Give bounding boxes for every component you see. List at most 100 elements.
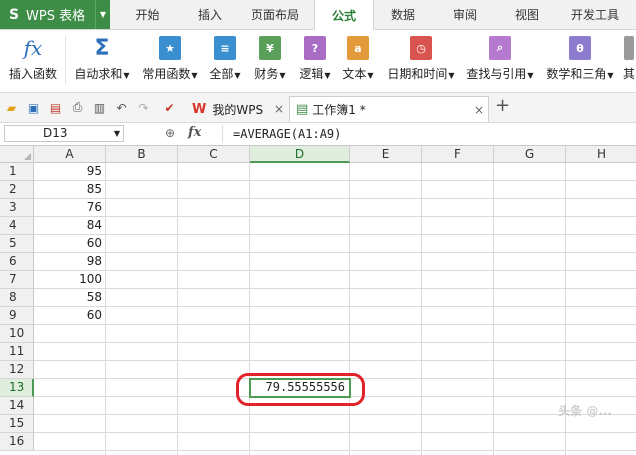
- row-header[interactable]: 8: [0, 289, 34, 307]
- common-functions-button[interactable]: ★ 常用函数▼: [139, 30, 201, 92]
- column-header-d[interactable]: D: [250, 146, 350, 163]
- cell-a8[interactable]: 58: [34, 289, 106, 307]
- print-preview-icon[interactable]: ▥: [92, 100, 107, 115]
- row-header[interactable]: 9: [0, 307, 34, 325]
- grid-line: [34, 324, 636, 325]
- row-header[interactable]: 5: [0, 235, 34, 253]
- doc-tab-workbook1[interactable]: ▤ 工作簿1 * ×: [289, 96, 489, 122]
- tab-view[interactable]: 视图: [496, 0, 558, 29]
- grid-line: [34, 288, 636, 289]
- tab-review[interactable]: 审阅: [434, 0, 496, 29]
- financial-functions-button[interactable]: ¥ 财务▼: [250, 30, 290, 92]
- row-header[interactable]: 11: [0, 343, 34, 361]
- finance-book-icon: ¥: [259, 36, 281, 60]
- grid-line: [34, 252, 636, 253]
- grid-line: [34, 360, 636, 361]
- date-time-functions-button[interactable]: ◷ 日期和时间▼: [385, 30, 457, 92]
- grid-line: [177, 163, 178, 455]
- spreadsheet-grid[interactable]: A B C D E F G H 1 2 3 4 5 6 7 8 9 10 11 …: [0, 146, 636, 455]
- search-book-icon: ⌕: [489, 36, 511, 60]
- close-icon[interactable]: ×: [274, 102, 284, 116]
- row-header[interactable]: 1: [0, 163, 34, 181]
- export-pdf-icon[interactable]: ▤: [48, 100, 63, 115]
- grid-line: [34, 180, 636, 181]
- column-header-h[interactable]: H: [566, 146, 636, 163]
- cell-a3[interactable]: 76: [34, 199, 106, 217]
- doc-tab-my-wps[interactable]: W 我的WPS ×: [186, 96, 288, 122]
- row-header-selected[interactable]: 13: [0, 379, 34, 397]
- column-header-a[interactable]: A: [34, 146, 106, 163]
- app-menu-button[interactable]: S WPS 表格 ▼: [0, 0, 110, 29]
- row-header[interactable]: 10: [0, 325, 34, 343]
- math-trig-button[interactable]: θ 数学和三角▼: [543, 30, 617, 92]
- row-header[interactable]: 2: [0, 181, 34, 199]
- new-tab-icon[interactable]: +: [495, 95, 510, 116]
- zoom-icon[interactable]: ⊕: [165, 126, 175, 140]
- row-header[interactable]: 14: [0, 397, 34, 415]
- row-header[interactable]: 4: [0, 217, 34, 235]
- insert-function-button[interactable]: fx 插入函数: [4, 30, 62, 92]
- save-icon[interactable]: ▣: [26, 100, 41, 115]
- row-header[interactable]: 15: [0, 415, 34, 433]
- customize-toolbar-icon[interactable]: ✔: [162, 100, 177, 115]
- tab-formulas[interactable]: 公式: [314, 0, 374, 30]
- more-functions-button[interactable]: 其: [622, 30, 636, 92]
- quick-access-toolbar: ▰ ▣ ▤ ⎙ ▥ ↶ ↷ ✔ W 我的WPS × ▤ 工作簿1 * × +: [0, 93, 636, 123]
- tab-start[interactable]: 开始: [110, 0, 185, 29]
- row-header[interactable]: 6: [0, 253, 34, 271]
- more-book-icon: [624, 36, 634, 60]
- highlight-annotation: [236, 373, 365, 406]
- fx-icon: fx: [23, 36, 43, 60]
- menu-bar: S WPS 表格 ▼ 开始 插入 页面布局 公式 数据 审阅 视图 开发工具: [0, 0, 636, 30]
- logical-functions-button[interactable]: ? 逻辑▼: [295, 30, 335, 92]
- text-book-icon: a: [347, 36, 369, 60]
- tab-insert[interactable]: 插入: [185, 0, 235, 29]
- star-book-icon: ★: [159, 36, 181, 60]
- cell-a4[interactable]: 84: [34, 217, 106, 235]
- grid-line: [349, 163, 350, 455]
- grid-line: [34, 450, 636, 451]
- grid-line: [34, 432, 636, 433]
- row-header[interactable]: 7: [0, 271, 34, 289]
- cell-a5[interactable]: 60: [34, 235, 106, 253]
- column-header-b[interactable]: B: [106, 146, 178, 163]
- wps-logo-icon: W: [192, 101, 207, 117]
- watermark: 头条 @...: [558, 404, 612, 418]
- tab-developer[interactable]: 开发工具: [558, 0, 632, 29]
- name-box[interactable]: D13 ▼: [4, 125, 124, 142]
- cell-a1[interactable]: 95: [34, 163, 106, 181]
- row-header[interactable]: 3: [0, 199, 34, 217]
- formula-bar: D13 ▼ ⊕ fx =AVERAGE(A1:A9): [0, 123, 636, 146]
- cell-a2[interactable]: 85: [34, 181, 106, 199]
- column-header-e[interactable]: E: [350, 146, 422, 163]
- autosum-button[interactable]: Σ 自动求和▼: [70, 30, 134, 92]
- tab-data[interactable]: 数据: [372, 0, 434, 29]
- all-functions-button[interactable]: ≡ 全部▼: [205, 30, 245, 92]
- print-icon[interactable]: ⎙: [70, 100, 85, 115]
- close-icon[interactable]: ×: [474, 103, 484, 117]
- column-header-g[interactable]: G: [494, 146, 566, 163]
- grid-line: [493, 163, 494, 455]
- formula-input[interactable]: =AVERAGE(A1:A9): [222, 125, 632, 143]
- row-header[interactable]: 16: [0, 433, 34, 451]
- cell-a7[interactable]: 100: [34, 271, 106, 289]
- fx-icon[interactable]: fx: [188, 125, 201, 140]
- column-header-c[interactable]: C: [178, 146, 250, 163]
- grid-line: [34, 198, 636, 199]
- row-header[interactable]: 12: [0, 361, 34, 379]
- open-folder-icon[interactable]: ▰: [4, 100, 19, 115]
- text-functions-button[interactable]: a 文本▼: [338, 30, 378, 92]
- undo-icon[interactable]: ↶: [114, 100, 129, 115]
- grid-line: [34, 342, 636, 343]
- cell-a6[interactable]: 98: [34, 253, 106, 271]
- cell-a9[interactable]: 60: [34, 307, 106, 325]
- redo-icon[interactable]: ↷: [136, 100, 151, 115]
- chevron-down-icon[interactable]: ▼: [114, 126, 120, 141]
- lookup-reference-button[interactable]: ⌕ 查找与引用▼: [463, 30, 537, 92]
- tab-page-layout[interactable]: 页面布局: [235, 0, 315, 29]
- chevron-down-icon[interactable]: ▼: [95, 0, 110, 29]
- grid-line: [249, 163, 250, 455]
- column-header-f[interactable]: F: [422, 146, 494, 163]
- list-book-icon: ≡: [214, 36, 236, 60]
- select-all-corner[interactable]: [0, 146, 34, 163]
